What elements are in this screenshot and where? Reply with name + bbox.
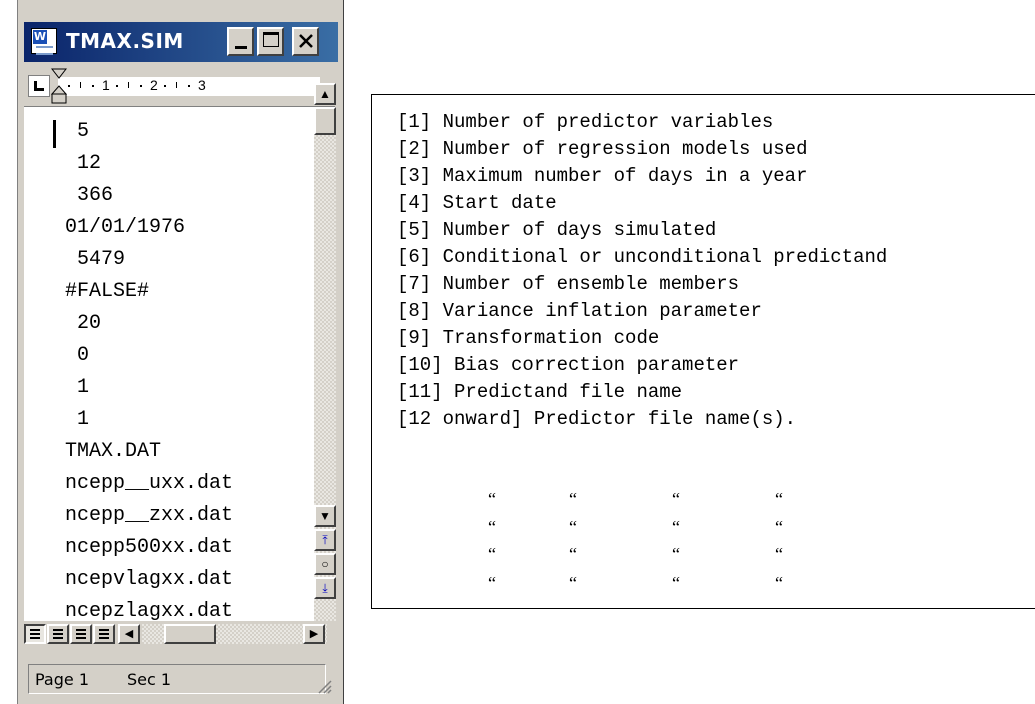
legend-item: [3] Maximum number of days in a year xyxy=(397,165,808,187)
ruler-strip[interactable]: 1 2 3 xyxy=(58,77,320,96)
doc-line: 12 xyxy=(65,152,102,175)
doc-line: ncepp__uxx.dat xyxy=(65,472,234,495)
status-section: Sec 1 xyxy=(127,670,172,689)
legend-item: [11] Predictand file name xyxy=(397,381,683,403)
legend-item: [12 onward] Predictor file name(s). xyxy=(397,408,797,430)
size-grip-icon[interactable] xyxy=(316,678,332,694)
doc-line: 0 xyxy=(65,344,90,367)
title-bar[interactable]: W TMAX.SIM xyxy=(24,22,338,62)
vertical-scroll-thumb[interactable] xyxy=(314,107,336,135)
ditto-mark: “ xyxy=(569,517,577,537)
ditto-mark: “ xyxy=(775,489,783,509)
scroll-right-icon[interactable]: ▶ xyxy=(303,624,325,644)
ditto-mark: “ xyxy=(488,517,496,537)
close-icon[interactable] xyxy=(292,27,319,56)
doc-line: 5479 xyxy=(65,248,126,271)
doc-line: 20 xyxy=(65,312,102,335)
ditto-mark: “ xyxy=(488,544,496,564)
maximize-icon[interactable] xyxy=(257,27,284,56)
legend-item: [9] Transformation code xyxy=(397,327,660,349)
legend-item: [2] Number of regression models used xyxy=(397,138,808,160)
select-browse-object-icon[interactable]: ○ xyxy=(314,553,336,575)
indent-marker-icon[interactable] xyxy=(51,68,67,106)
status-page: Page 1 xyxy=(35,670,89,689)
status-bar: Page 1 Sec 1 xyxy=(24,662,336,698)
horizontal-ruler[interactable]: 1 2 3 xyxy=(24,68,335,107)
doc-line: 1 xyxy=(65,408,90,431)
legend-item: [4] Start date xyxy=(397,192,557,214)
doc-line: 366 xyxy=(65,184,114,207)
horizontal-scroll-thumb[interactable] xyxy=(164,624,216,644)
window-title: TMAX.SIM xyxy=(66,29,184,53)
legend-box: [1] Number of predictor variables [2] Nu… xyxy=(371,94,1035,609)
doc-line: TMAX.DAT xyxy=(65,440,162,463)
ruler-number-3: 3 xyxy=(198,77,206,93)
ditto-mark: “ xyxy=(672,544,680,564)
view-and-horizontal-scroll-bar: ◀ ▶ xyxy=(24,621,336,645)
tab-selector-icon[interactable] xyxy=(28,75,50,97)
doc-line: ncepp500xx.dat xyxy=(65,536,234,559)
doc-line: ncepzlagxx.dat xyxy=(65,600,234,623)
legend-item: [10] Bias correction parameter xyxy=(397,354,740,376)
previous-page-icon[interactable]: ⤒ xyxy=(314,529,336,551)
document-area[interactable]: 5 12 366 01/01/1976 5479 #FALSE# 20 0 1 … xyxy=(24,107,314,623)
status-panel[interactable]: Page 1 Sec 1 xyxy=(28,664,326,694)
legend-item: [6] Conditional or unconditional predict… xyxy=(397,246,888,268)
scroll-left-icon[interactable]: ◀ xyxy=(118,624,140,644)
legend-item: [8] Variance inflation parameter xyxy=(397,300,762,322)
print-layout-view-icon[interactable] xyxy=(70,624,92,644)
doc-line: ncepp__zxx.dat xyxy=(65,504,234,527)
web-layout-view-icon[interactable] xyxy=(47,624,69,644)
horizontal-scrollbar[interactable]: ▶ xyxy=(142,624,327,644)
ditto-mark: “ xyxy=(569,573,577,593)
doc-line: ncepvlagxx.dat xyxy=(65,568,234,591)
ditto-mark: “ xyxy=(775,517,783,537)
ditto-mark: “ xyxy=(488,573,496,593)
scroll-down-icon[interactable]: ▼ xyxy=(314,505,336,527)
text-cursor xyxy=(53,120,56,148)
next-page-icon[interactable]: ⤓ xyxy=(314,577,336,599)
scroll-up-icon[interactable]: ▲ xyxy=(314,83,336,105)
ruler-number-2: 2 xyxy=(150,77,158,93)
minimize-icon[interactable] xyxy=(227,27,254,56)
normal-view-icon[interactable] xyxy=(24,624,46,644)
word-document-icon[interactable]: W xyxy=(31,28,57,55)
ditto-mark: “ xyxy=(775,573,783,593)
ditto-mark: “ xyxy=(672,489,680,509)
word-window: W TMAX.SIM 1 2 3 5 12 366 01/01/1976 547… xyxy=(17,0,344,704)
outline-view-icon[interactable] xyxy=(93,624,115,644)
doc-line: 5 xyxy=(65,120,90,143)
doc-line: 1 xyxy=(65,376,90,399)
ruler-number-1: 1 xyxy=(102,77,110,93)
doc-line: #FALSE# xyxy=(65,280,150,303)
legend-item: [5] Number of days simulated xyxy=(397,219,717,241)
ditto-mark: “ xyxy=(775,544,783,564)
legend-item: [7] Number of ensemble members xyxy=(397,273,740,295)
ditto-mark: “ xyxy=(488,489,496,509)
ditto-mark: “ xyxy=(569,489,577,509)
doc-line: 01/01/1976 xyxy=(65,216,186,239)
ditto-mark: “ xyxy=(569,544,577,564)
ditto-mark: “ xyxy=(672,573,680,593)
legend-item: [1] Number of predictor variables xyxy=(397,111,774,133)
vertical-scrollbar[interactable]: ▼ ⤒ ○ ⤓ xyxy=(314,107,336,621)
ditto-mark: “ xyxy=(672,517,680,537)
